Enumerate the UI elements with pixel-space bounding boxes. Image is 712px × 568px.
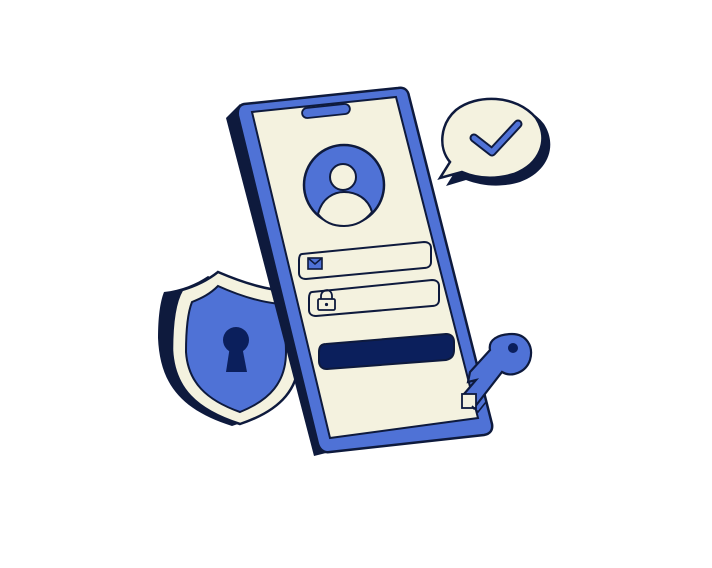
- user-avatar-icon: [302, 143, 386, 228]
- envelope-icon: [307, 257, 323, 270]
- checkmark-speech-bubble-icon: [437, 97, 551, 186]
- illustration-scene: [0, 0, 712, 568]
- illustration-canvas: [158, 86, 551, 456]
